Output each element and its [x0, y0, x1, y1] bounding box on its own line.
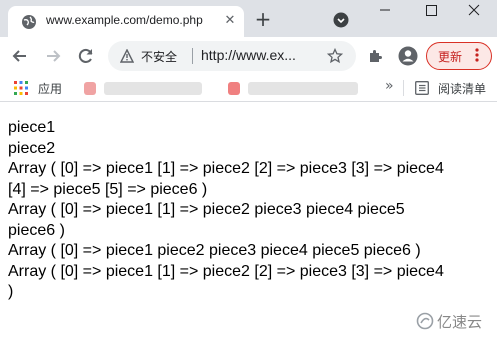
update-button[interactable]: 更新 [426, 42, 492, 70]
update-button-label: 更新 [438, 50, 463, 64]
minimize-icon[interactable] [362, 0, 408, 30]
watermark: 亿速云 [416, 310, 496, 332]
blurred-bookmark-favicon[interactable] [228, 82, 240, 95]
apps-grid-icon[interactable] [14, 81, 28, 95]
output-line: ) [8, 283, 14, 300]
bookmark-star-icon[interactable] [327, 48, 343, 64]
browser-toolbar: 不安全 http://www.ex... 更新 [0, 37, 497, 75]
tab-close-icon[interactable]: ✕ [222, 13, 238, 29]
output-line: Array ( [0] => piece1 [1] => piece2 [2] … [8, 262, 444, 280]
address-bar[interactable]: 不安全 http://www.ex... [108, 41, 356, 71]
browser-tab[interactable]: www.example.com/demo.php ✕ [8, 6, 244, 37]
output-line: [4] => piece5 [5] => piece6 ) [8, 180, 208, 198]
output-line: piece1 [8, 119, 56, 136]
url-text[interactable]: http://www.ex... [201, 47, 296, 63]
extensions-puzzle-icon[interactable] [367, 47, 385, 65]
output-line: piece6 ) [8, 221, 65, 239]
tab-strip: www.example.com/demo.php ✕ + [0, 0, 497, 37]
tab-title: www.example.com/demo.php [46, 13, 203, 27]
output-line: Array ( [0] => piece1 piece2 piece3 piec… [8, 242, 421, 259]
bookmarks-bar: 应用 » 阅读清单 [0, 75, 497, 102]
output-line: Array ( [0] => piece1 [1] => piece2 [2] … [8, 160, 444, 177]
more-vert-icon [475, 48, 479, 62]
watermark-text: 亿速云 [437, 313, 483, 331]
tab-search-icon[interactable] [333, 12, 349, 28]
maximize-icon[interactable] [408, 0, 454, 30]
page-output: piece1 piece2 Array ( [0] => piece1 [1] … [8, 118, 497, 303]
address-separator [192, 48, 193, 64]
output-line: Array ( [0] => piece1 [1] => piece2 piec… [8, 201, 405, 218]
profile-avatar-icon[interactable] [398, 46, 418, 66]
apps-bookmark-label[interactable]: 应用 [38, 80, 62, 97]
reload-icon[interactable] [76, 46, 96, 66]
blurred-bookmark[interactable] [248, 82, 358, 95]
watermark-logo-icon [416, 312, 434, 330]
security-warning-icon[interactable] [120, 49, 134, 63]
bookmarks-overflow-icon[interactable]: » [385, 78, 394, 94]
reading-list-label[interactable]: 阅读清单 [438, 80, 486, 97]
blurred-bookmark[interactable] [104, 82, 202, 95]
forward-arrow-icon[interactable] [43, 46, 63, 66]
blurred-bookmark-favicon[interactable] [84, 82, 96, 95]
back-arrow-icon[interactable] [10, 46, 30, 66]
bookmarks-separator [403, 80, 404, 96]
output-line: piece2 [8, 139, 56, 157]
window-close-icon[interactable] [451, 0, 497, 30]
new-tab-button[interactable]: + [253, 9, 273, 30]
reading-list-icon[interactable] [415, 81, 429, 95]
not-secure-label[interactable]: 不安全 [141, 48, 177, 65]
globe-icon [22, 15, 36, 29]
